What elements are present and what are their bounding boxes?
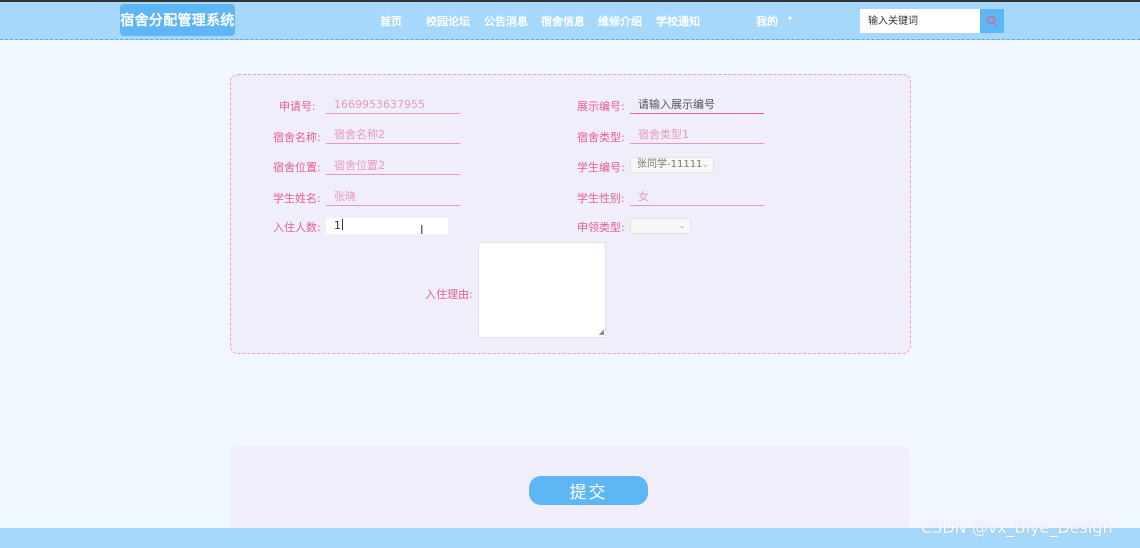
student-no-label: 学生编号:: [577, 161, 625, 174]
nav-my[interactable]: 我的: [756, 13, 778, 29]
occupants-label: 入住人数:: [273, 221, 321, 234]
top-header: 宿舍分配管理系统 首页 校园论坛 公告消息 宿舍信息 维修介绍 学校通知 我的 …: [0, 0, 1140, 40]
dorm-name-label: 宿舍名称:: [273, 131, 321, 144]
display-no-input[interactable]: 请输入展示编号: [630, 96, 764, 114]
nav-announcements[interactable]: 公告消息: [484, 13, 528, 29]
nav-repair[interactable]: 维修介绍: [598, 13, 642, 29]
apply-no-label: 申请号:: [279, 100, 316, 113]
student-gender-field: 女: [630, 188, 764, 206]
search-button[interactable]: [980, 9, 1004, 33]
apply-type-label: 申领类型:: [577, 221, 625, 234]
nav-dorm-info[interactable]: 宿舍信息: [541, 13, 585, 29]
watermark-text: CSDN @vx_Biye_Design: [921, 518, 1113, 537]
search-icon: [986, 15, 997, 26]
dorm-type-label: 宿舍类型:: [577, 131, 625, 144]
reason-textarea[interactable]: ◢: [478, 242, 606, 338]
site-logo[interactable]: 宿舍分配管理系统: [120, 4, 235, 36]
student-no-value: 张同学-11111: [637, 159, 703, 170]
chevron-down-icon: ⌄: [701, 160, 709, 170]
nav-school-notice[interactable]: 学校通知: [656, 13, 700, 29]
display-no-label: 展示编号:: [577, 100, 625, 113]
resize-handle-icon[interactable]: ◢: [599, 329, 604, 336]
nav-home[interactable]: 首页: [380, 13, 402, 29]
submit-button[interactable]: 提交: [529, 476, 648, 505]
dorm-location-label: 宿舍位置:: [273, 161, 321, 174]
student-name-field: 张晓: [326, 188, 460, 206]
student-gender-label: 学生性别:: [577, 192, 625, 205]
occupants-input[interactable]: 1: [326, 218, 448, 234]
dorm-name-field: 宿舍名称2: [326, 126, 460, 144]
chevron-down-icon: ⌄: [678, 221, 686, 231]
occupants-value: 1: [334, 219, 341, 232]
dorm-type-field: 宿舍类型1: [630, 126, 764, 144]
text-caret: [342, 219, 343, 230]
nav-forum[interactable]: 校园论坛: [426, 13, 470, 29]
student-name-label: 学生姓名:: [273, 192, 321, 205]
reason-label: 入住理由:: [425, 288, 473, 301]
ibeam-cursor-icon: I: [420, 223, 424, 237]
search-input[interactable]: [860, 9, 980, 33]
student-no-select[interactable]: 张同学-11111 ⌄: [630, 157, 714, 173]
apply-type-select[interactable]: ⌄: [630, 218, 691, 234]
chevron-down-icon[interactable]: ▾: [788, 14, 792, 23]
dorm-location-field: 宿舍位置2: [326, 157, 460, 175]
apply-no-field: 1669953637955: [326, 96, 460, 114]
